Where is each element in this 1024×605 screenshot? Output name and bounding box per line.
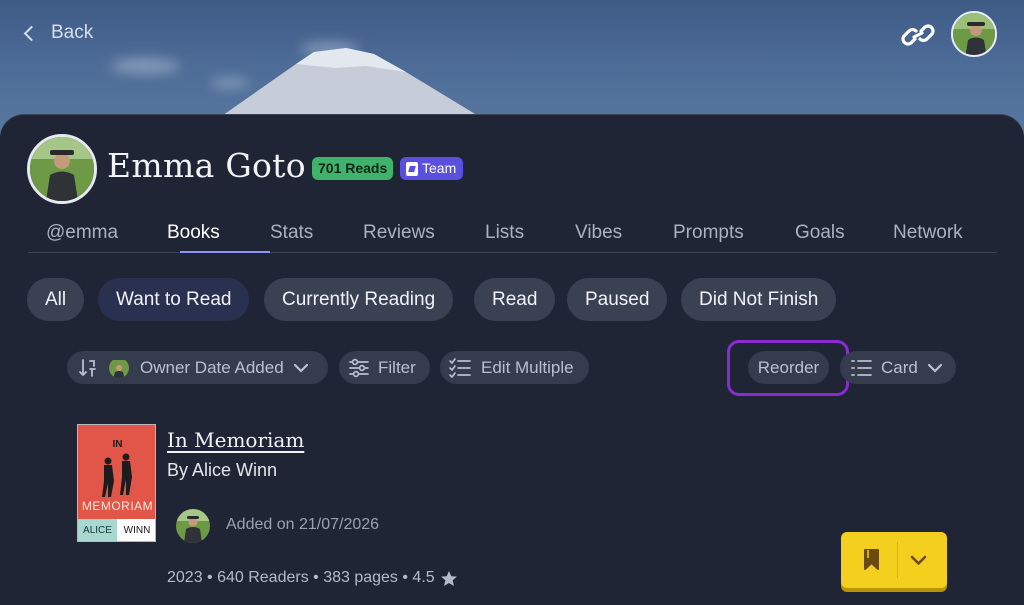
sliders-icon: [349, 358, 369, 377]
profile-name: Emma Goto: [107, 146, 306, 185]
book-cover[interactable]: IN MEMORIAM ALICE WINN: [77, 424, 156, 542]
filter-label: Filter: [378, 358, 416, 377]
sort-dropdown[interactable]: Owner Date Added: [67, 351, 328, 384]
book-meta-text: 2023 • 640 Readers • 383 pages • 4.5: [167, 569, 435, 586]
shelf-action-button[interactable]: [841, 532, 947, 588]
tab-goals[interactable]: Goals: [795, 222, 845, 244]
tab-prompts[interactable]: Prompts: [673, 222, 744, 244]
checklist-icon: [449, 357, 471, 378]
cover-author-first: ALICE: [78, 519, 117, 541]
star-icon: [440, 570, 457, 586]
view-dropdown[interactable]: Card: [840, 351, 956, 384]
active-tab-indicator: [180, 251, 270, 253]
sort-icon: [79, 358, 96, 377]
back-button[interactable]: Back: [23, 22, 94, 44]
filter-want-to-read[interactable]: Want to Read: [98, 278, 250, 321]
reorder-highlight: [727, 340, 849, 396]
owner-avatar: [109, 358, 129, 378]
tab-lists[interactable]: Lists: [485, 222, 524, 244]
cover-title-word: MEMORIAM: [81, 499, 154, 513]
chevron-down-icon: [293, 363, 308, 373]
team-badge-label: Team: [422, 160, 457, 176]
added-date: Added on 21/07/2026: [226, 516, 380, 533]
bookmark-icon: [864, 549, 879, 570]
link-icon[interactable]: [901, 20, 935, 50]
cover-title-top: IN: [112, 439, 123, 450]
filter-button[interactable]: Filter: [339, 351, 430, 384]
cover-author-last: WINN: [117, 519, 155, 541]
book-meta: 2023 • 640 Readers • 383 pages • 4.5: [167, 569, 458, 587]
tab-reviews[interactable]: Reviews: [363, 222, 435, 244]
team-icon: [406, 161, 418, 176]
filter-paused[interactable]: Paused: [567, 278, 668, 321]
user-avatar[interactable]: [951, 11, 997, 57]
tab-vibes[interactable]: Vibes: [575, 222, 622, 244]
tab-network[interactable]: Network: [893, 222, 963, 244]
profile-avatar: [27, 134, 97, 204]
filter-all[interactable]: All: [27, 278, 85, 321]
chevron-down-icon[interactable]: [910, 555, 927, 566]
team-badge: Team: [400, 157, 464, 180]
chevron-down-icon: [927, 363, 942, 373]
cover-author-band: ALICE WINN: [78, 519, 155, 541]
tab-username[interactable]: @emma: [46, 222, 118, 244]
back-label: Back: [51, 22, 94, 43]
profile-tabs: @emma Books Stats Reviews Lists Vibes Pr…: [28, 222, 997, 253]
filter-currently-reading[interactable]: Currently Reading: [264, 278, 454, 321]
tab-books[interactable]: Books: [167, 222, 220, 244]
sort-label: Owner Date Added: [140, 358, 284, 377]
edit-multiple-label: Edit Multiple: [481, 358, 574, 377]
reads-badge: 701 Reads: [312, 157, 394, 180]
chevron-left-icon: [23, 25, 40, 41]
edit-multiple-button[interactable]: Edit Multiple: [440, 351, 589, 384]
cloud: [110, 58, 180, 74]
filter-did-not-finish[interactable]: Did Not Finish: [681, 278, 837, 321]
cover-figures-image: [102, 453, 132, 497]
book-title-link[interactable]: In Memoriam: [167, 428, 304, 452]
list-icon: [851, 359, 872, 376]
view-label: Card: [881, 358, 918, 377]
added-by-avatar: [176, 509, 210, 543]
filter-read[interactable]: Read: [474, 278, 556, 321]
fab-divider: [897, 542, 898, 578]
tab-stats[interactable]: Stats: [270, 222, 313, 244]
book-author: By Alice Winn: [167, 460, 278, 480]
